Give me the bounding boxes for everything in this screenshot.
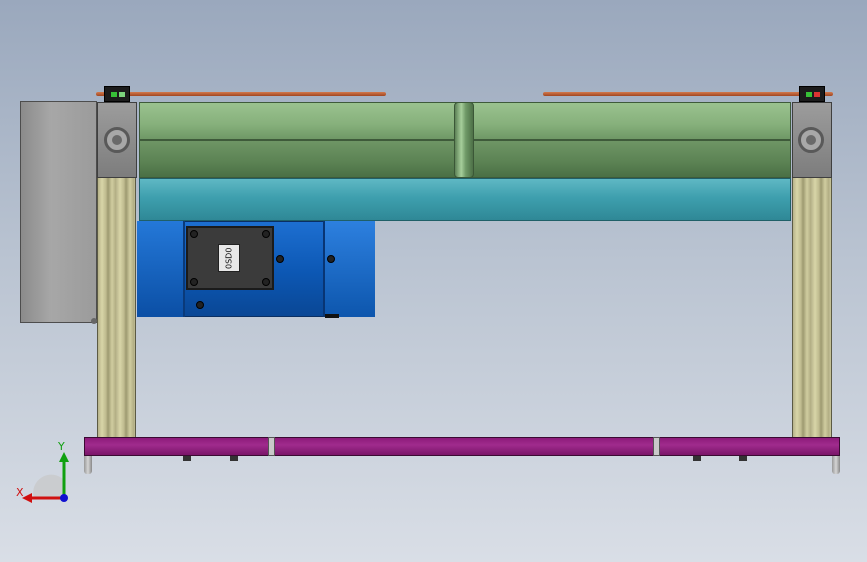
motor-screw-icon <box>327 255 335 263</box>
gearbox-label: 0SD0 <box>218 244 240 272</box>
motor-bottom-tab <box>325 314 339 318</box>
motor-rear-cap <box>323 221 375 317</box>
mount-stud <box>230 456 238 461</box>
leveling-foot <box>832 456 840 474</box>
rod-right[interactable] <box>543 92 833 96</box>
z-axis-icon <box>60 494 68 502</box>
mount-stud <box>693 456 701 461</box>
bearing-hole-icon <box>798 127 824 153</box>
x-axis-label: X <box>16 486 24 499</box>
motor-front-flange <box>137 221 185 317</box>
column-right[interactable] <box>792 176 832 438</box>
sensor-left[interactable] <box>104 86 130 102</box>
axis-triad-svg <box>22 452 69 503</box>
sensor-led-icon <box>119 92 125 97</box>
triad-plane-icon <box>33 474 64 498</box>
motor-screw-icon <box>196 301 204 309</box>
column-left[interactable] <box>97 176 136 438</box>
control-box[interactable] <box>20 101 97 323</box>
sensor-right[interactable] <box>799 86 825 102</box>
bearing-hole-icon <box>104 127 130 153</box>
conveyor-belt[interactable] <box>139 178 791 221</box>
axis-triad: Y X <box>16 440 86 510</box>
bearing-block-right[interactable] <box>792 102 832 178</box>
mount-stud <box>183 456 191 461</box>
roller-groove <box>454 102 474 178</box>
base-joint <box>653 437 660 456</box>
sensor-led-icon <box>806 92 812 97</box>
motor-screw-icon <box>276 255 284 263</box>
bolt-icon <box>262 278 270 286</box>
sensor-led-icon <box>814 92 820 97</box>
bolt-icon <box>190 278 198 286</box>
base-frame[interactable] <box>84 437 840 456</box>
mount-stud <box>739 456 747 461</box>
sensor-led-icon <box>111 92 117 97</box>
rod-left[interactable] <box>96 92 386 96</box>
y-axis-label: Y <box>58 440 65 453</box>
base-joint <box>268 437 275 456</box>
bolt-icon <box>190 230 198 238</box>
bolt-icon <box>262 230 270 238</box>
bearing-block-left[interactable] <box>97 102 137 178</box>
